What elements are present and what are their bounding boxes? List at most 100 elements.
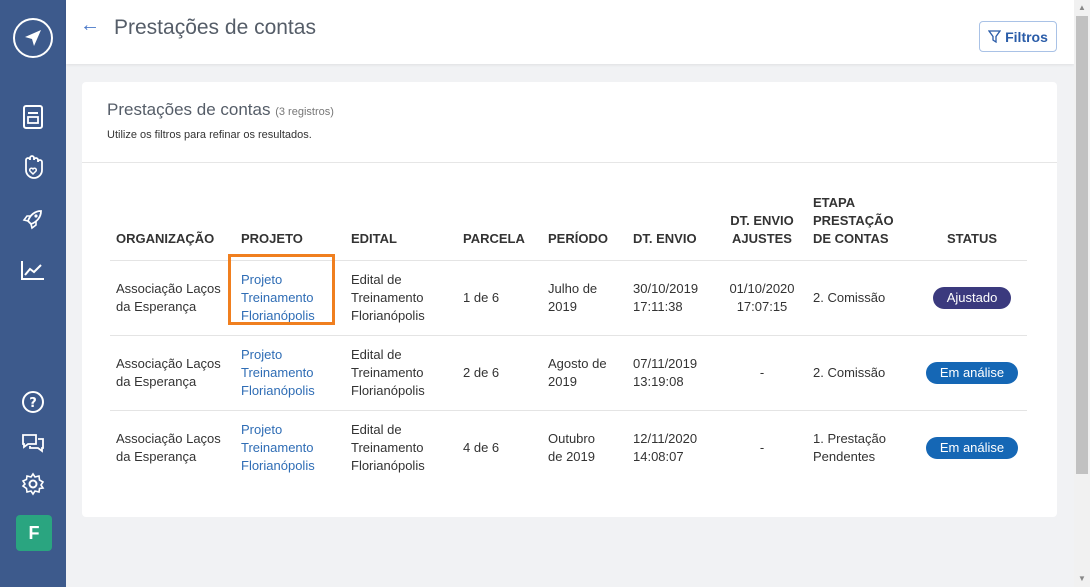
cell-line: Edital de: [351, 422, 402, 438]
cell-line: 17:07:15: [736, 299, 788, 314]
col-header-dt-envio[interactable]: DT. ENVIO: [627, 194, 717, 261]
cell-dt-envio-ajustes: -: [717, 335, 807, 411]
table-row[interactable]: Associação Laços da Esperança Projeto Trei…: [110, 254, 1027, 336]
cell-periodo: Outubro de 2019: [542, 410, 627, 486]
scroll-up-icon[interactable]: ▲: [1078, 3, 1086, 12]
help-icon[interactable]: ?: [20, 389, 46, 415]
col-header-dt-envio-ajustes[interactable]: DT. ENVIO AJUSTES: [717, 194, 807, 261]
logo-compass-icon[interactable]: [13, 18, 53, 58]
col-header-status[interactable]: STATUS: [917, 194, 1027, 261]
status-badge: Em análise: [925, 437, 1019, 460]
cell-line: Associação Laços: [116, 281, 221, 296]
cell-organizacao: Associação Laços da Esperança: [110, 410, 235, 486]
filters-button[interactable]: Filtros: [979, 21, 1057, 52]
cell-line: Florianópolis: [351, 383, 425, 398]
cell-periodo: Julho de 2019: [542, 260, 627, 336]
cell-parcela: 4 de 6: [457, 410, 542, 486]
cell-status: Em análise: [917, 410, 1027, 486]
col-header-projeto[interactable]: PROJETO: [235, 194, 345, 261]
cell-dt-envio-ajustes: -: [717, 410, 807, 486]
filter-icon: [988, 30, 1002, 43]
link-line: Treinamento: [241, 365, 314, 380]
highlight-box: [228, 254, 335, 325]
cell-etapa: 2. Comissão: [807, 335, 917, 411]
cell-parcela: 1 de 6: [457, 260, 542, 336]
chart-icon[interactable]: [20, 257, 46, 283]
cell-dt-envio: 07/11/2019 13:19:08: [627, 335, 717, 411]
col-header-parcela[interactable]: PARCELA: [457, 194, 542, 261]
cell-line: Florianópolis: [351, 308, 425, 323]
page-title: Prestações de contas: [114, 16, 316, 39]
cell-line: da Esperança: [116, 374, 197, 389]
cell-organizacao: Associação Laços da Esperança: [110, 260, 235, 336]
divider: [82, 162, 1057, 163]
table-row[interactable]: Associação Laços da Esperança Projeto Trei…: [110, 335, 1027, 411]
cell-line: 07/11/2019: [633, 356, 698, 371]
cell-projeto: Projeto Treinamento Florianópolis: [235, 335, 345, 411]
top-bar: ← Prestações de contas Filtros: [66, 0, 1074, 64]
col-header-edital[interactable]: EDITAL: [345, 194, 457, 261]
back-arrow-icon[interactable]: ←: [80, 14, 100, 37]
cell-line: Associação Laços: [116, 356, 221, 371]
svg-text:?: ?: [29, 396, 37, 411]
project-link-wrapper: Projeto Treinamento Florianópolis: [228, 254, 339, 325]
card-subtitle: Utilize os filtros para refinar os resul…: [107, 129, 312, 141]
project-link[interactable]: Projeto Treinamento Florianópolis: [241, 421, 315, 475]
avatar[interactable]: F: [16, 515, 52, 551]
header-line: DT. ENVIO: [730, 213, 794, 228]
cell-line: Florianópolis: [351, 458, 425, 474]
cell-line: 13:19:08: [633, 374, 684, 389]
cell-line: 30/10/2019: [633, 281, 699, 296]
col-header-periodo[interactable]: PERÍODO: [542, 194, 627, 261]
scroll-down-icon[interactable]: ▼: [1078, 574, 1086, 583]
header-line: AJUSTES: [732, 231, 792, 246]
cell-parcela: 2 de 6: [457, 335, 542, 411]
scrollbar-thumb[interactable]: [1076, 16, 1088, 474]
hand-heart-icon[interactable]: [20, 154, 46, 180]
cell-line: Outubro: [548, 431, 595, 447]
col-header-organizacao[interactable]: ORGANIZAÇÃO: [110, 194, 235, 261]
card-title-text: Prestações de contas: [107, 100, 271, 119]
cell-line: Edital de: [351, 347, 402, 362]
link-line: Projeto: [241, 347, 283, 362]
cell-dt-envio-ajustes: 01/10/2020 17:07:15: [717, 260, 807, 336]
avatar-letter: F: [28, 522, 40, 543]
cell-line: de 2019: [548, 449, 595, 465]
document-icon[interactable]: [20, 104, 46, 130]
table-row[interactable]: Associação Laços da Esperança Projeto Trei…: [110, 410, 1027, 486]
link-line: Florianópolis: [241, 458, 315, 474]
col-header-etapa[interactable]: ETAPA PRESTAÇÃO DE CONTAS: [807, 194, 917, 261]
cell-line: Julho de: [548, 281, 598, 296]
cell-line: 14:08:07: [633, 449, 684, 465]
settings-icon[interactable]: [20, 471, 46, 497]
cell-line: Agosto de: [548, 356, 607, 371]
link-line: Florianópolis: [241, 383, 315, 398]
cell-projeto: Projeto Treinamento Florianópolis: [228, 254, 345, 336]
project-link[interactable]: Projeto Treinamento Florianópolis: [241, 346, 315, 400]
filters-button-label: Filtros: [1005, 28, 1048, 45]
results-card: Prestações de contas (3 registros) Utili…: [82, 82, 1057, 517]
cell-line: 2019: [548, 299, 577, 314]
table-header-row: ORGANIZAÇÃO PROJETO EDITAL PARCELA PERÍO…: [110, 194, 1027, 261]
cell-etapa: 1. Prestação Pendentes: [807, 410, 917, 486]
header-line: DE CONTAS: [813, 231, 889, 246]
cell-line: 17:11:38: [633, 299, 683, 314]
rocket-icon[interactable]: [20, 206, 46, 232]
cell-organizacao: Associação Laços da Esperança: [110, 335, 235, 411]
sidebar: ? F: [0, 0, 66, 587]
cell-dt-envio: 12/11/2020 14:08:07: [627, 410, 717, 486]
cell-line: 01/10/2020: [729, 281, 795, 296]
chat-icon[interactable]: [20, 430, 46, 456]
cell-etapa: 2. Comissão: [807, 260, 917, 336]
cell-line: 2. Comissão: [813, 290, 886, 305]
record-count: (3 registros): [275, 106, 334, 118]
cell-line: Treinamento: [351, 290, 424, 305]
cell-projeto: Projeto Treinamento Florianópolis: [235, 410, 345, 486]
cell-edital: Edital de Treinamento Florianópolis: [345, 260, 457, 336]
link-line: Treinamento: [241, 440, 314, 456]
cell-line: da Esperança: [116, 449, 197, 465]
card-title: Prestações de contas (3 registros): [107, 100, 334, 120]
cell-dt-envio: 30/10/2019 17:11:38: [627, 260, 717, 336]
cell-edital: Edital de Treinamento Florianópolis: [345, 335, 457, 411]
cell-line: 2019: [548, 374, 577, 389]
